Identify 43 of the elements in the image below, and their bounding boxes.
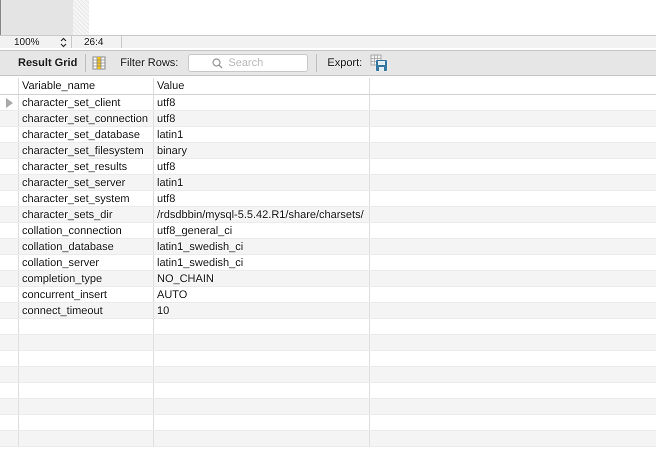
table-cell: latin1 — [154, 127, 370, 142]
table-cell: character_set_database — [19, 127, 154, 142]
table-cell: AUTO — [154, 287, 370, 302]
table-cell: completion_type — [19, 271, 154, 286]
stepper-icon[interactable] — [60, 36, 67, 48]
column-header[interactable]: Value — [154, 78, 370, 94]
row-pointer-icon — [5, 98, 13, 108]
table-cell: /rdsdbbin/mysql-5.5.42.R1/share/charsets/ — [154, 207, 370, 222]
table-cell: binary — [154, 143, 370, 158]
table-cell: character_sets_dir — [19, 207, 154, 222]
table-cell: utf8_general_ci — [154, 223, 370, 238]
export-icon[interactable] — [370, 54, 388, 72]
table-cell: character_set_system — [19, 191, 154, 206]
table-cell: character_set_results — [19, 159, 154, 174]
table-cell: collation_server — [19, 255, 154, 270]
table-cell: character_set_connection — [19, 111, 154, 126]
cursor-position: 26:4 — [84, 36, 104, 50]
table-cell: utf8 — [154, 111, 370, 126]
filter-rows-label: Filter Rows: — [120, 56, 178, 71]
table-cell: collation_connection — [19, 223, 154, 238]
column-header[interactable]: Variable_name — [19, 78, 154, 94]
table-cell: latin1 — [154, 175, 370, 190]
table-cell: character_set_filesystem — [19, 143, 154, 158]
export-label: Export: — [327, 56, 362, 71]
result-grid-label[interactable]: Result Grid — [18, 54, 78, 72]
table-cell: character_set_server — [19, 175, 154, 190]
editor-margin — [73, 0, 89, 35]
table-cell: collation_database — [19, 239, 154, 254]
table-cell: character_set_client — [19, 95, 154, 110]
table-cell: utf8 — [154, 191, 370, 206]
table-cell: 10 — [154, 303, 370, 318]
search-icon — [212, 58, 224, 69]
zoom-level: 100% — [14, 36, 40, 50]
table-cell: latin1_swedish_ci — [154, 255, 370, 270]
editor-gutter — [1, 0, 73, 35]
grid-layout-icon[interactable] — [92, 56, 106, 70]
table-cell: latin1_swedish_ci — [154, 239, 370, 254]
table-cell: NO_CHAIN — [154, 271, 370, 286]
table-cell: utf8 — [154, 159, 370, 174]
table-cell: concurrent_insert — [19, 287, 154, 302]
table-cell: connect_timeout — [19, 303, 154, 318]
table-cell: utf8 — [154, 95, 370, 110]
search-field[interactable]: Search — [188, 54, 308, 72]
